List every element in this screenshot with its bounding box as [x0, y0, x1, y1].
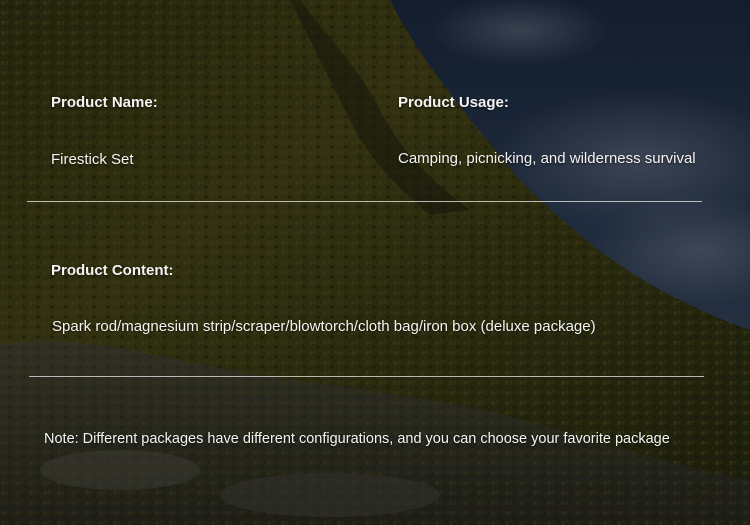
divider-top [27, 201, 702, 202]
product-content-value: Spark rod/magnesium strip/scraper/blowto… [52, 318, 596, 335]
product-usage-value: Camping, picnicking, and wilderness surv… [398, 150, 696, 167]
product-name-value: Firestick Set [51, 151, 134, 168]
package-note: Note: Different packages have different … [44, 431, 670, 447]
divider-bottom [29, 376, 704, 377]
product-name-label: Product Name: [51, 94, 158, 111]
product-usage-label: Product Usage: [398, 94, 509, 111]
product-content-label: Product Content: [51, 262, 174, 279]
